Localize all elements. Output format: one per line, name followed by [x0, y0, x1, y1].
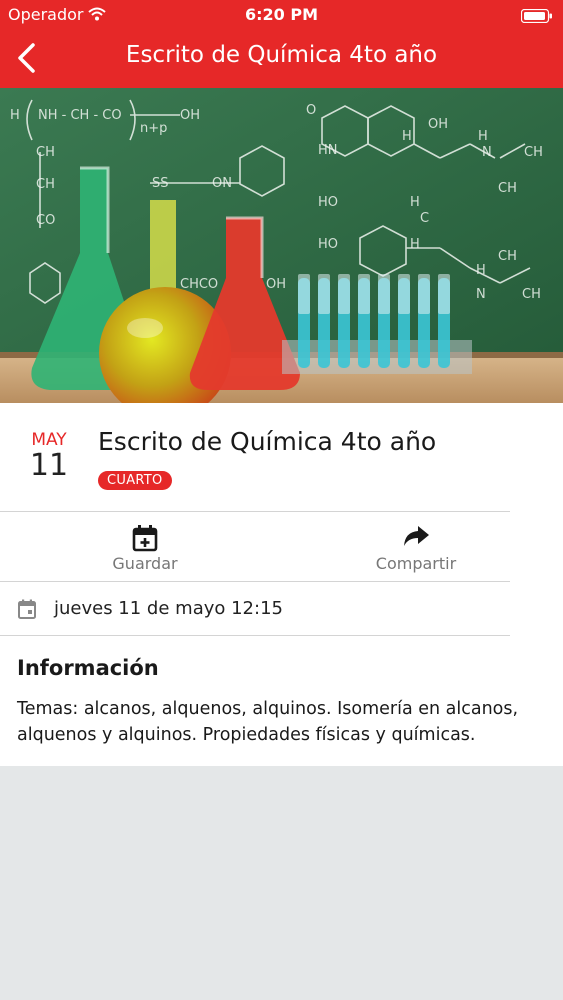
share-button[interactable]: Compartir — [355, 512, 477, 582]
svg-text:CHCO: CHCO — [180, 277, 218, 292]
header: Operador 6:20 PM Escrito de Química 4to … — [0, 0, 563, 88]
action-bar: Guardar Compartir — [0, 512, 510, 582]
svg-text:H: H — [402, 129, 412, 144]
event-datetime-text: jueves 11 de mayo 12:15 — [54, 598, 283, 619]
svg-text:CH: CH — [36, 145, 55, 160]
info-heading: Información — [17, 656, 159, 680]
svg-text:HO: HO — [318, 237, 338, 252]
category-badge[interactable]: CUARTO — [98, 471, 172, 490]
svg-text:N: N — [482, 145, 492, 160]
date-month: MAY — [31, 430, 67, 450]
svg-text:SS: SS — [152, 176, 169, 191]
page-title: Escrito de Química 4to año — [125, 42, 438, 68]
svg-text:H: H — [10, 108, 20, 123]
svg-text:CH: CH — [524, 145, 543, 160]
event-title: Escrito de Química 4to año — [98, 427, 437, 456]
svg-text:O: O — [306, 103, 316, 118]
status-bar: Operador 6:20 PM — [0, 0, 563, 30]
hero-image: H NH - CH - CO OH n+p CH CH CO SS ON O HN HO H… — [0, 88, 563, 403]
svg-text:OH: OH — [428, 117, 448, 132]
battery-icon — [520, 8, 553, 27]
svg-text:H: H — [478, 129, 488, 144]
calendar-add-icon — [132, 525, 158, 552]
share-label: Compartir — [375, 554, 457, 573]
svg-text:H: H — [476, 263, 486, 278]
svg-text:H: H — [410, 195, 420, 210]
save-label: Guardar — [112, 554, 178, 573]
info-body: Temas: alcanos, alquenos, alquinos. Isom… — [17, 699, 519, 745]
svg-text:NH - CH - CO: NH - CH - CO — [38, 108, 122, 123]
date-day: 11 — [29, 448, 69, 483]
svg-text:N: N — [476, 287, 486, 302]
svg-text:HN: HN — [318, 143, 338, 158]
share-arrow-icon — [404, 526, 429, 546]
svg-text:CH: CH — [36, 177, 55, 192]
svg-text:CO: CO — [36, 213, 55, 228]
svg-text:HO: HO — [318, 195, 338, 210]
svg-text:n+p: n+p — [140, 121, 167, 136]
calendar-icon — [18, 599, 36, 619]
nav-bar: Escrito de Química 4to año — [0, 30, 563, 88]
date-badge: MAY 11 — [18, 430, 80, 483]
event-datetime: jueves 11 de mayo 12:15 — [0, 583, 510, 635]
svg-text:CH: CH — [498, 249, 517, 264]
divider — [0, 635, 510, 636]
divider — [0, 581, 510, 582]
svg-text:C: C — [420, 211, 429, 226]
event-card: MAY 11 Escrito de Química 4to año CUARTO… — [0, 403, 563, 766]
save-button[interactable]: Guardar — [85, 512, 205, 582]
svg-text:H: H — [410, 237, 420, 252]
svg-text:OH: OH — [180, 108, 200, 123]
svg-text:CH: CH — [498, 181, 517, 196]
status-time: 6:20 PM — [244, 5, 318, 24]
back-button[interactable] — [14, 42, 40, 74]
svg-text:ON: ON — [212, 176, 232, 191]
svg-text:CH: CH — [522, 287, 541, 302]
svg-text:OH: OH — [266, 277, 286, 292]
chevron-left-icon — [18, 43, 35, 73]
